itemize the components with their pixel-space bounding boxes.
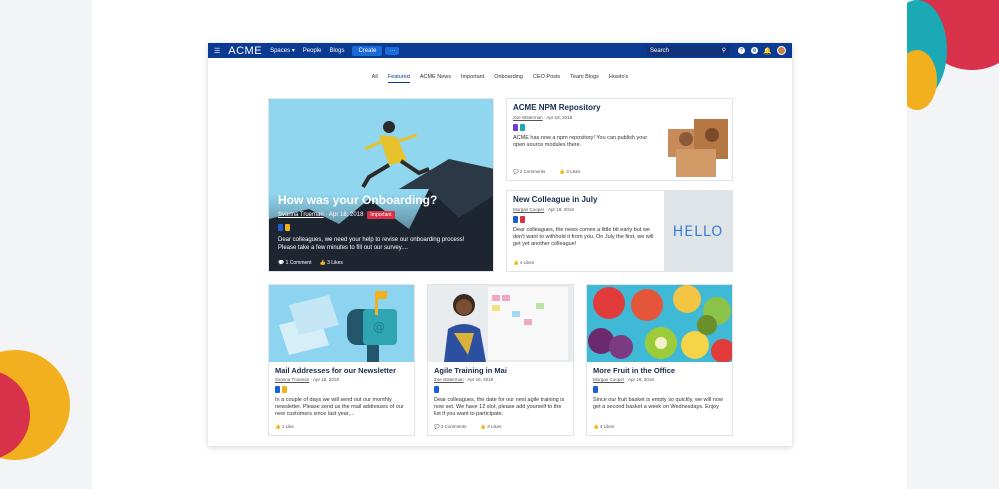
- nav-spaces[interactable]: Spaces ▾: [270, 47, 295, 54]
- help-icon[interactable]: ?: [738, 47, 745, 54]
- npm-image: [664, 99, 732, 180]
- agile-card[interactable]: Agile Training in Mai Zoe Waterman · Apr…: [427, 284, 574, 436]
- mail-image: @: [269, 285, 414, 362]
- mail-card[interactable]: @ Mail Addresses for our Newsletter Svan…: [268, 284, 415, 436]
- colleague-card[interactable]: New Colleague in July Morgan Cooper · Ap…: [506, 190, 733, 272]
- fruit-description: Since our fruit basket is empty so quick…: [593, 397, 723, 410]
- tab-ceo-posts[interactable]: CEO Posts: [533, 74, 560, 83]
- npm-title[interactable]: ACME NPM Repository: [513, 103, 658, 112]
- like-icon: 👍: [319, 260, 328, 266]
- nav-blogs[interactable]: Blogs: [329, 48, 344, 54]
- tag-blue: [513, 216, 518, 223]
- agile-comments[interactable]: 💬 2 Comments: [434, 424, 473, 430]
- fruit-author[interactable]: Morgan Cooper: [593, 377, 624, 382]
- tab-important[interactable]: Important: [461, 74, 484, 83]
- decorative-right-panel: [907, 0, 999, 489]
- fruit-title[interactable]: More Fruit in the Office: [593, 366, 726, 375]
- fruit-card[interactable]: More Fruit in the Office Morgan Cooper ·…: [586, 284, 733, 436]
- colleague-author[interactable]: Morgan Cooper: [513, 207, 544, 212]
- mail-title[interactable]: Mail Addresses for our Newsletter: [275, 366, 408, 375]
- tag-yellow: [282, 386, 287, 393]
- npm-card[interactable]: ACME NPM Repository Zoe Waterman · Apr 1…: [506, 98, 733, 181]
- hero-stats: 💬 1 Comment 👍 3 Likes: [278, 260, 343, 266]
- hero-card[interactable]: How was your Onboarding? Svanna Trueman …: [268, 98, 494, 272]
- colleague-image: HELLO: [664, 191, 732, 271]
- fruit-image: [587, 285, 732, 363]
- npm-likes[interactable]: 👍 3 Likes: [559, 169, 587, 175]
- top-nav: ☰ ACME Spaces ▾ People Blogs Create ··· …: [208, 43, 792, 58]
- tab-team-blogs[interactable]: Team Blogs: [570, 74, 599, 83]
- category-tabs: All Featured ACME News Important Onboard…: [208, 74, 792, 83]
- hero-author[interactable]: Svanna Trueman: [278, 212, 324, 218]
- colleague-likes[interactable]: 👍 4 Likes: [513, 260, 541, 266]
- tag-teal: [520, 124, 525, 131]
- avatar[interactable]: [777, 46, 786, 55]
- tag-purple: [513, 124, 518, 131]
- npm-comments[interactable]: 💬 2 Comments: [513, 169, 552, 175]
- search-icon: ⚲: [721, 48, 726, 54]
- tag-blue: [593, 386, 598, 393]
- more-button[interactable]: ···: [385, 46, 400, 55]
- hero-title[interactable]: How was your Onboarding?: [278, 193, 437, 207]
- tag-blue: [275, 386, 280, 393]
- tab-onboarding[interactable]: Onboarding: [494, 74, 523, 83]
- tab-featured[interactable]: Featured: [387, 74, 410, 83]
- tab-all[interactable]: All: [372, 74, 378, 83]
- hero-comments[interactable]: 1 Comment: [286, 260, 312, 266]
- create-button[interactable]: Create: [352, 45, 383, 56]
- tag-blue: [434, 386, 439, 393]
- agile-image: [428, 285, 573, 362]
- tag-blue: [278, 224, 283, 231]
- colleague-title[interactable]: New Colleague in July: [513, 195, 658, 204]
- npm-description: ACME has now a npm repository! You can p…: [513, 135, 648, 148]
- colleague-description: Dear colleagues, the news comes a little…: [513, 227, 654, 247]
- agile-title[interactable]: Agile Training in Mai: [434, 366, 567, 375]
- mail-author[interactable]: Svanna Trueman: [275, 377, 309, 382]
- decorative-left-panel: [0, 0, 92, 489]
- agile-author[interactable]: Zoe Waterman: [434, 377, 464, 382]
- logo[interactable]: ACME: [228, 45, 262, 57]
- menu-icon[interactable]: ☰: [214, 47, 220, 55]
- mail-likes[interactable]: 👍 1 Like: [275, 424, 301, 430]
- comment-icon: 💬: [278, 260, 286, 266]
- notification-icon[interactable]: 🔔: [763, 47, 772, 55]
- tab-acme-news[interactable]: ACME News: [420, 74, 451, 83]
- tag-red: [520, 216, 525, 223]
- search-input[interactable]: Search ⚲: [646, 45, 730, 56]
- hero-likes[interactable]: 3 Likes: [327, 260, 343, 266]
- fruit-likes[interactable]: 👍 4 Likes: [593, 424, 621, 430]
- settings-icon[interactable]: ⚙: [751, 47, 758, 54]
- hero-tags: [278, 224, 292, 231]
- nav-people[interactable]: People: [303, 48, 322, 54]
- tag-yellow: [285, 224, 290, 231]
- agile-description: Dear colleagues, the date for our next a…: [434, 397, 565, 417]
- important-badge: Important: [367, 211, 395, 219]
- hero-meta: Svanna Trueman · Apr 18, 2018 Important: [278, 211, 395, 219]
- tab-howtos[interactable]: Howto's: [609, 74, 628, 83]
- hero-date: Apr 18, 2018: [329, 212, 364, 218]
- agile-likes[interactable]: 👍 3 Likes: [480, 424, 508, 430]
- npm-author[interactable]: Zoe Waterman: [513, 115, 543, 120]
- mail-description: In a couple of days we will send out our…: [275, 397, 404, 417]
- svg-text:@: @: [373, 320, 385, 334]
- hero-description: Dear colleagues, we need your help to re…: [278, 237, 465, 251]
- app-window: ☰ ACME Spaces ▾ People Blogs Create ··· …: [208, 43, 792, 446]
